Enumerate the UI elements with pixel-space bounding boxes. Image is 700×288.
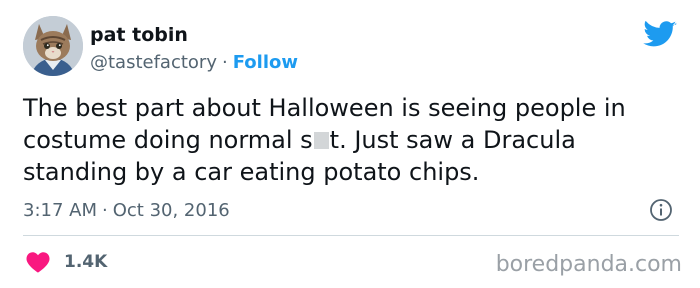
- censor-block: [313, 132, 329, 149]
- info-icon[interactable]: [649, 198, 673, 222]
- divider: [23, 235, 679, 236]
- tweet-line-1: The best part about Halloween is seeing …: [23, 94, 626, 122]
- avatar[interactable]: [23, 16, 83, 76]
- handle-row: @tastefactory · Follow: [90, 51, 298, 75]
- display-name[interactable]: pat tobin: [90, 22, 298, 48]
- follow-button[interactable]: Follow: [233, 52, 298, 73]
- tweet-date[interactable]: Oct 30, 2016: [113, 200, 230, 221]
- tweet-line-2-end: t. Just saw a Dracula: [329, 126, 576, 154]
- tweet-line-3: standing by a car eating potato chips.: [23, 158, 480, 186]
- user-header: pat tobin @tastefactory · Follow: [90, 22, 298, 75]
- timestamp-row[interactable]: 3:17 AM · Oct 30, 2016: [23, 198, 230, 224]
- like-action[interactable]: 1.4K: [26, 248, 107, 276]
- tweet-text: The best part about Halloween is seeing …: [23, 92, 683, 188]
- heart-icon[interactable]: [26, 251, 50, 273]
- like-count: 1.4K: [64, 252, 108, 272]
- tweet-card: pat tobin @tastefactory · Follow The best …: [0, 0, 700, 288]
- user-handle[interactable]: @tastefactory: [90, 52, 217, 73]
- twitter-bird-icon[interactable]: [643, 21, 677, 49]
- dot-separator: ·: [221, 52, 228, 73]
- kitten-avatar-image: [23, 16, 83, 76]
- tweet-line-2: costume doing normal s t. Just saw a Drac…: [23, 124, 683, 156]
- watermark: boredpanda.com: [495, 252, 682, 277]
- timestamp-separator: ·: [102, 200, 108, 221]
- tweet-time[interactable]: 3:17 AM: [23, 200, 97, 221]
- tweet-line-2-start: costume doing normal s: [23, 126, 313, 154]
